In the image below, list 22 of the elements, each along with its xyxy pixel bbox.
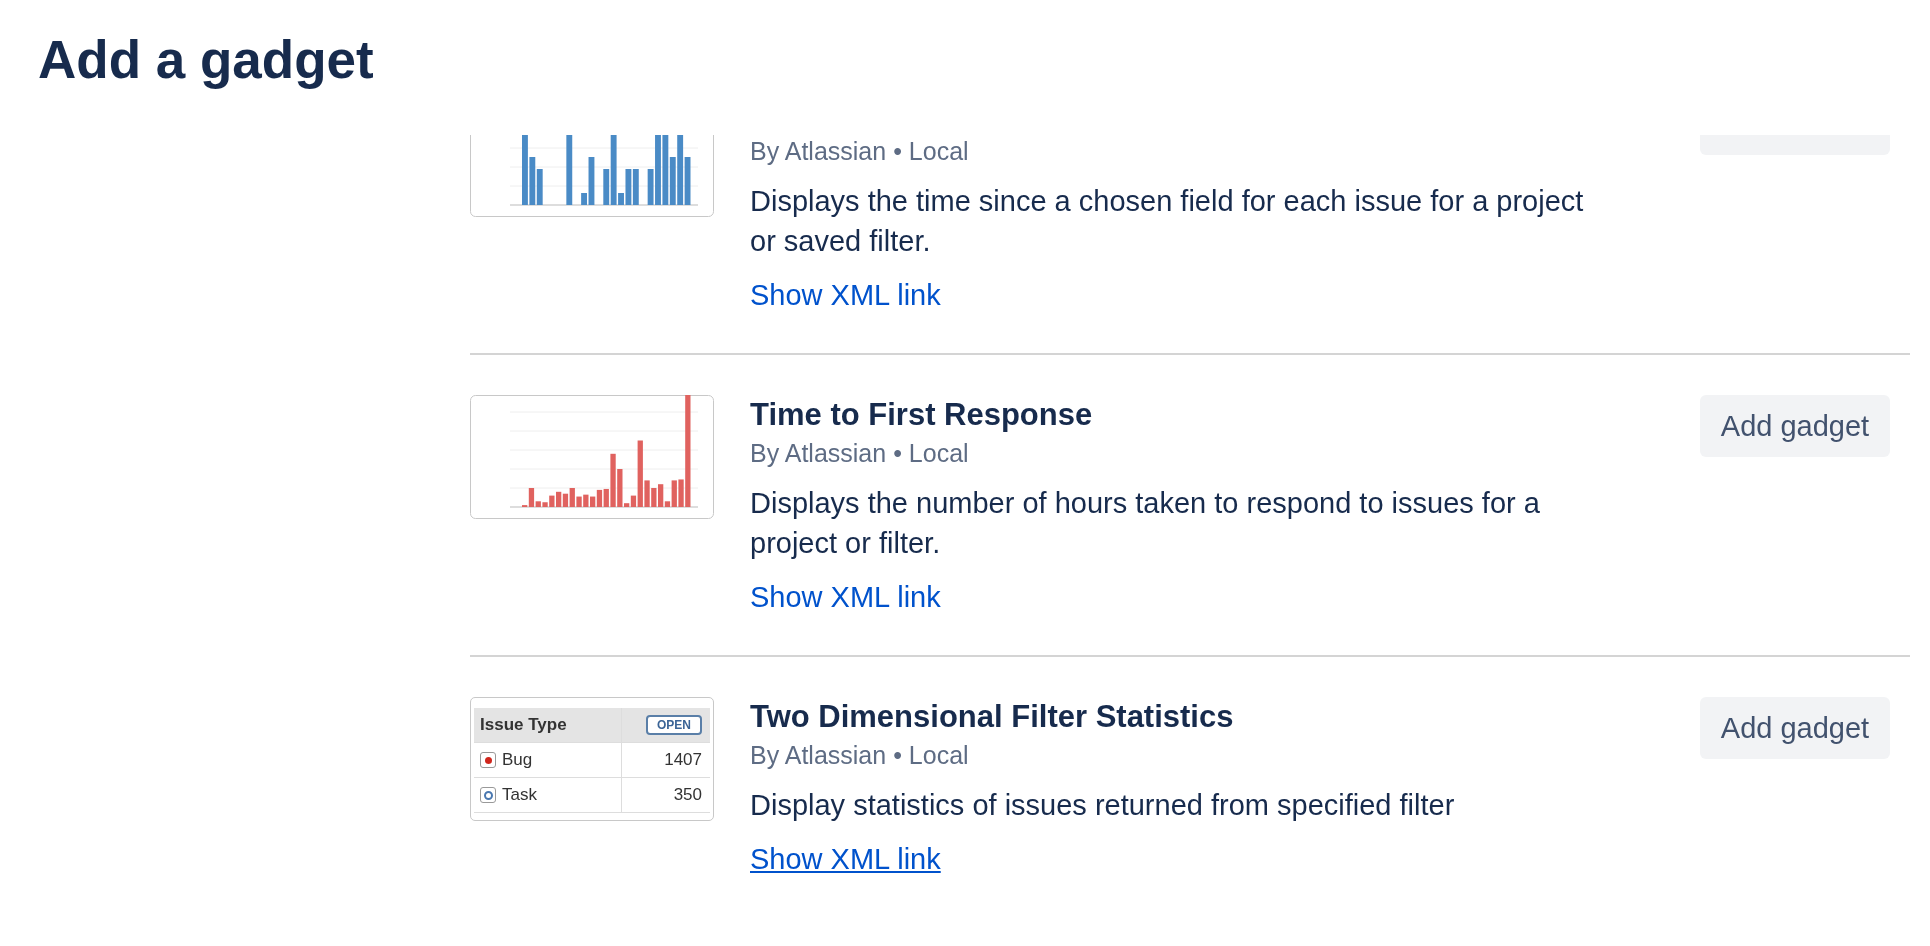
- issue-type-label: Bug: [502, 750, 533, 770]
- task-icon: [480, 787, 496, 803]
- status-badge: OPEN: [646, 715, 702, 735]
- gadget-title: Two Dimensional Filter Statistics: [750, 698, 1235, 736]
- show-xml-link[interactable]: Show XML link: [750, 841, 941, 877]
- add-gadget-button[interactable]: Add gadget: [1700, 395, 1890, 457]
- issue-count: 350: [672, 785, 703, 805]
- gadget-description: Displays the time since a chosen field for each issue for a project or saved filter.: [750, 184, 1585, 259]
- gadget-title: Time to First Response: [750, 396, 1094, 434]
- table-header: Issue Type: [474, 708, 622, 742]
- gadget-description: Displays the number of hours taken to respond to issues for a project or filter.: [750, 486, 1541, 561]
- show-xml-link[interactable]: Show XML link: [750, 579, 941, 615]
- bug-icon: [480, 752, 496, 768]
- issue-type-label: Task: [502, 785, 537, 805]
- gadget-author: By Atlassian • Local: [750, 740, 970, 771]
- gadget-author: By Atlassian • Local: [750, 136, 970, 167]
- page-title: Add a gadget: [38, 29, 374, 91]
- show-xml-link[interactable]: Show XML link: [750, 277, 941, 313]
- add-gadget-button[interactable]: Add gadget: [1700, 697, 1890, 759]
- gadget-author: By Atlassian • Local: [750, 438, 970, 469]
- issue-count: 1407: [663, 750, 703, 770]
- gadget-description: Display statistics of issues returned from specified filter: [750, 788, 1456, 823]
